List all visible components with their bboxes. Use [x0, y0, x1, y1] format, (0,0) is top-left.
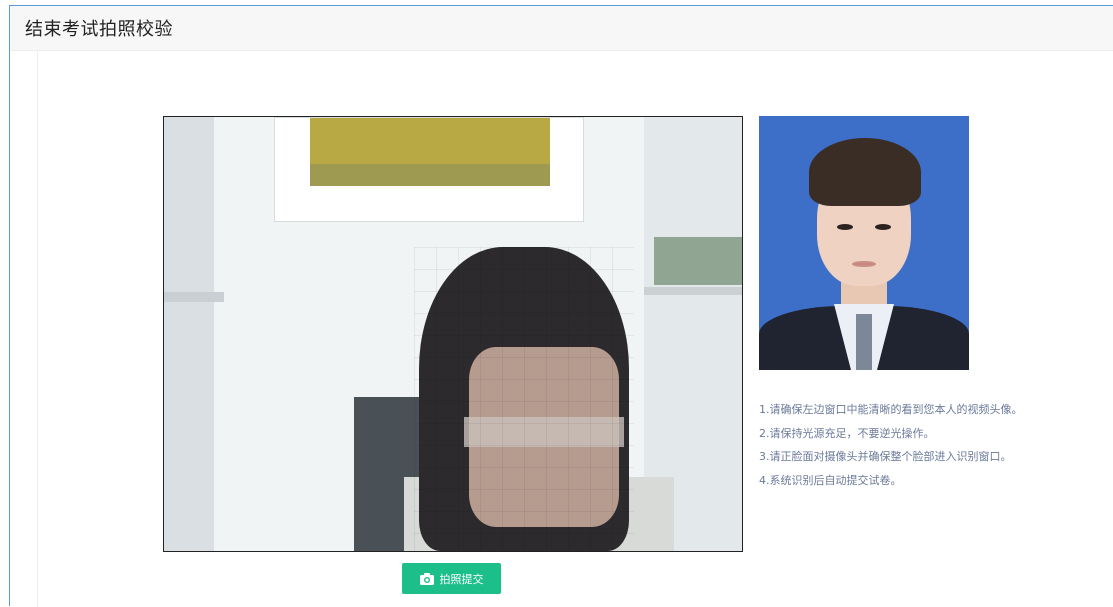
- instruction-item: 4.系统识别后自动提交试卷。: [759, 473, 902, 487]
- instruction-item: 1.请确保左边窗口中能清晰的看到您本人的视频头像。: [759, 403, 1023, 416]
- camera-feed: [163, 116, 743, 552]
- reference-photo: [759, 116, 969, 370]
- instruction-item: 2.请保持光源充足，不要逆光操作。: [759, 426, 935, 440]
- wall-picture: [274, 117, 584, 222]
- capture-submit-button[interactable]: 拍照提交: [402, 563, 501, 594]
- instructions-list: 1.请确保左边窗口中能清晰的看到您本人的视频头像。 2.请保持光源充足，不要逆光…: [759, 398, 1079, 492]
- pixelation-mask: [414, 247, 634, 551]
- divider: [37, 50, 38, 607]
- camera-icon: [419, 572, 434, 585]
- page-title: 结束考试拍照校验: [25, 19, 173, 40]
- capture-submit-label: 拍照提交: [439, 572, 484, 586]
- header-bar: 结束考试拍照校验: [10, 6, 1113, 51]
- dialog-frame: 结束考试拍照校验 1.请确保左边窗口中能清晰的看到您本人的视频头像。 2.请保持…: [9, 5, 1113, 607]
- instruction-item: 3.请正脸面对摄像头并确保整个脸部进入识别窗口。: [759, 450, 1012, 463]
